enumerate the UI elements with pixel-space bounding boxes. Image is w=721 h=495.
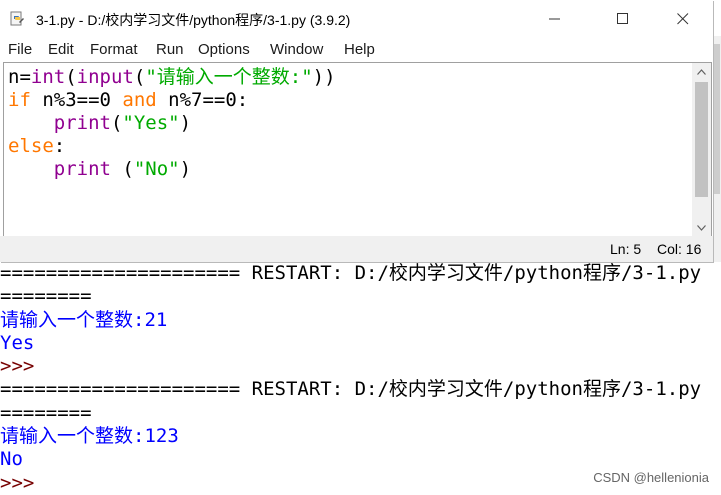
menu-edit[interactable]: Edit [48,41,74,58]
code-token: if [8,89,31,111]
code-line[interactable]: else: [8,135,336,158]
code-token: ) [179,158,192,180]
scroll-down-button[interactable] [692,219,711,236]
shell-text: ======== [0,285,92,308]
code-token: and [122,89,157,111]
shell-line: >>> [0,355,721,378]
code-editor[interactable]: n=int(input("请输入一个整数:")) if n%3==0 and n%… [3,62,693,237]
shell-text: No [0,448,23,471]
shell-line: 请输入一个整数:21 [0,309,721,332]
shell-line: ======== [0,402,721,425]
scroll-up-button[interactable] [692,63,711,80]
minimize-button[interactable] [532,0,578,38]
code-line[interactable]: print ("No") [8,158,336,181]
code-token: "请输入一个整数:" [145,66,313,88]
editor-window[interactable]: 3-1.py - D:/校内学习文件/python程序/3-1.py (3.9.… [0,0,713,262]
shell-output[interactable]: ===================== RESTART: D:/校内学习文件… [0,262,721,494]
shell-line: Yes [0,332,721,355]
code-line[interactable]: n=int(input("请输入一个整数:")) [8,66,336,89]
chevron-up-icon [697,68,706,75]
shell-line: 请输入一个整数:123 [0,425,721,448]
code-token: ( [65,66,77,88]
code-token: )) [312,66,336,88]
python-file-icon [10,11,24,26]
shell-line: ======== [0,285,721,308]
code-token: input [76,66,134,88]
code-token: ( [110,112,123,134]
chevron-down-icon [697,224,706,231]
shell-text: 123 [144,425,179,448]
minimize-icon [549,18,560,20]
shell-line: ===================== RESTART: D:/校内学习文件… [0,378,721,401]
code-token: n%7==0: [156,89,249,111]
code-line[interactable]: print("Yes") [8,112,336,135]
menu-run[interactable]: Run [156,41,184,58]
code-token: ) [179,112,192,134]
code-token: ( [133,66,146,88]
editor-scrollbar-thumb[interactable] [695,82,708,197]
shell-text: ===================== RESTART: D:/校内学习文件… [0,262,702,284]
code-token: else [8,135,54,157]
status-bar: Ln: 5 Col: 16 [0,236,713,262]
code-token: "No" [133,158,180,180]
shell-scrollbar-thumb[interactable] [714,44,720,194]
title-bar[interactable]: 3-1.py - D:/校内学习文件/python程序/3-1.py (3.9.… [0,0,713,38]
maximize-button[interactable] [600,0,646,38]
shell-text: 请输入一个整数: [0,308,145,331]
menu-window[interactable]: Window [270,41,323,58]
menu-options[interactable]: Options [198,41,250,58]
watermark: CSDN @hellenionia [593,470,709,485]
code-token: ( [110,158,134,180]
maximize-icon [617,13,628,24]
menu-bar: File Edit Format Run Options Window Help [0,38,713,62]
code-token: int [30,66,66,88]
status-column: Col: 16 [657,241,702,257]
shell-text: ======== [0,401,92,424]
code-token: "Yes" [122,112,180,134]
code-token: n%3==0 [30,89,123,111]
shell-text: Yes [0,331,35,354]
code-token: : [53,135,66,157]
shell-text: >>> [0,471,35,494]
code-token: n= [8,66,31,88]
menu-format[interactable]: Format [90,41,138,58]
close-button[interactable] [660,0,706,38]
code-token: print [53,158,111,180]
shell-line: ===================== RESTART: D:/校内学习文件… [0,262,721,285]
editor-scrollbar[interactable] [692,62,712,237]
shell-line: No [0,448,721,471]
shell-text: 请输入一个整数: [0,425,145,448]
code-text[interactable]: n=int(input("请输入一个整数:")) if n%3==0 and n%… [8,66,336,181]
code-line[interactable]: if n%3==0 and n%7==0: [8,89,336,112]
window-title: 3-1.py - D:/校内学习文件/python程序/3-1.py (3.9.… [36,12,351,28]
shell-scrollbar[interactable] [713,36,721,262]
shell-text: ===================== RESTART: D:/校内学习文件… [0,378,702,401]
menu-help[interactable]: Help [344,41,375,58]
shell-text: 21 [144,308,168,331]
status-line: Ln: 5 [610,241,642,257]
code-token: print [53,112,111,134]
menu-file[interactable]: File [8,41,32,58]
close-icon [677,13,689,25]
shell-text: >>> [0,355,35,378]
